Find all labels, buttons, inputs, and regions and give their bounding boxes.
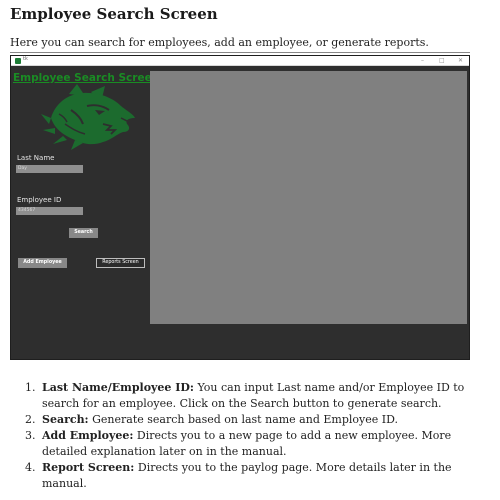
add-employee-button[interactable]: Add Employee [18, 258, 67, 268]
maximize-button[interactable]: □ [439, 56, 445, 66]
list-item: 3. Add Employee: Directs you to a new pag… [25, 428, 465, 460]
list-number: 4. [25, 461, 36, 474]
instructions-list: 1. Last Name/Employee ID: You can input L… [25, 380, 465, 492]
search-button[interactable]: Search [69, 228, 98, 238]
employee-id-input[interactable]: 434567 [16, 207, 83, 215]
list-number: 2. [25, 413, 36, 426]
app-window: tk – □ ✕ Employee Search Screen Last Nam… [10, 55, 470, 360]
window-titlebar: tk – □ ✕ [11, 56, 469, 66]
intro-text: Here you can search for employees, add a… [10, 36, 429, 49]
last-name-label: Last Name [17, 154, 55, 162]
minimize-button[interactable]: – [421, 56, 424, 66]
list-item: 1. Last Name/Employee ID: You can input L… [25, 380, 465, 412]
list-number: 1. [25, 381, 36, 394]
list-item: 4. Report Screen: Directs you to the payl… [25, 460, 465, 492]
list-item-title: Report Screen: [42, 461, 135, 474]
list-item-title: Search: [42, 413, 89, 426]
last-name-input[interactable]: Day [16, 165, 83, 173]
reports-screen-button[interactable]: Reports Screen [96, 258, 145, 268]
list-item-title: Last Name/Employee ID: [42, 381, 194, 394]
results-panel [150, 71, 467, 324]
list-item-text: Generate search based on last name and E… [88, 413, 399, 426]
list-item-title: Add Employee: [42, 429, 134, 442]
close-button[interactable]: ✕ [458, 56, 463, 66]
screen-heading: Employee Search Screen [13, 72, 160, 84]
list-number: 3. [25, 429, 36, 442]
wolf-mascot-icon [41, 84, 135, 150]
employee-id-label: Employee ID [17, 196, 62, 204]
list-item: 2. Search: Generate search based on last … [25, 412, 465, 428]
document-title: Employee Search Screen [10, 5, 218, 23]
divider [10, 52, 470, 53]
app-logo-icon [15, 58, 21, 64]
window-title: tk [23, 56, 28, 62]
